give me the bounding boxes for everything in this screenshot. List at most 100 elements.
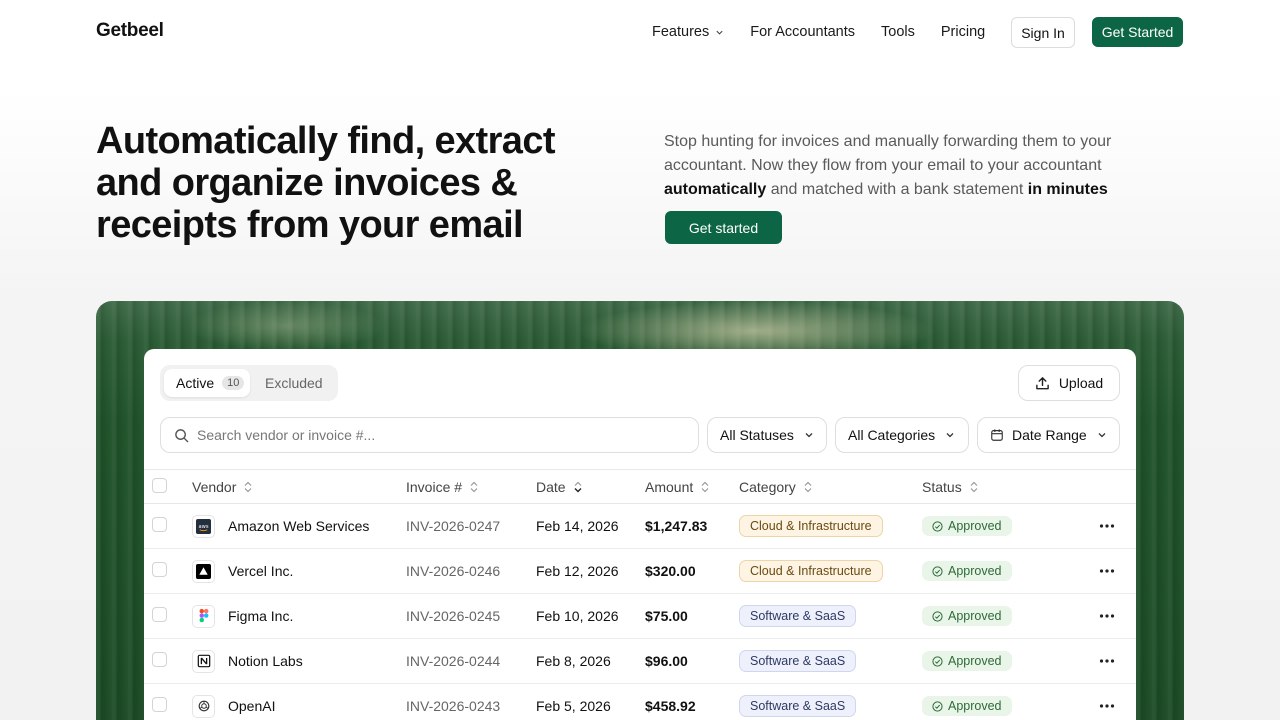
nav-link-tools[interactable]: Tools bbox=[881, 24, 915, 40]
upload-label: Upload bbox=[1058, 375, 1104, 391]
invoice-amount: $458.92 bbox=[645, 683, 739, 720]
check-circle-icon bbox=[932, 655, 943, 667]
status-label: Approved bbox=[948, 519, 1002, 533]
invoice-number: INV-2026-0245 bbox=[406, 593, 536, 639]
header-actions-cell bbox=[1078, 469, 1136, 504]
category-cell: Software & SaaS bbox=[739, 593, 922, 639]
column-header-invoice[interactable]: Invoice # bbox=[406, 469, 536, 504]
category-filter[interactable]: All Categories bbox=[835, 417, 969, 453]
vendor-cell: Figma Inc. bbox=[192, 593, 406, 639]
column-header-vendor[interactable]: Vendor bbox=[192, 469, 406, 504]
row-checkbox[interactable] bbox=[152, 517, 167, 532]
select-all-checkbox[interactable] bbox=[152, 477, 167, 493]
column-header-category[interactable]: Category bbox=[739, 469, 922, 504]
column-label: Status bbox=[922, 478, 962, 495]
status-filter[interactable]: All Statuses bbox=[707, 417, 827, 453]
nav-link-features[interactable]: Features bbox=[652, 24, 724, 40]
table-row[interactable]: Figma Inc. INV-2026-0245 Feb 10, 2026 $7… bbox=[144, 593, 1136, 639]
invoice-amount: $1,247.83 bbox=[645, 503, 739, 549]
category-badge: Cloud & Infrastructure bbox=[739, 515, 883, 537]
nav-link-label: Tools bbox=[881, 24, 915, 40]
row-checkbox[interactable] bbox=[152, 562, 167, 577]
upload-button[interactable]: Upload bbox=[1018, 365, 1120, 401]
row-checkbox[interactable] bbox=[152, 652, 167, 667]
tab-excluded[interactable]: Excluded bbox=[265, 375, 323, 391]
notion-icon bbox=[192, 649, 215, 673]
category-filter-label: All Categories bbox=[848, 427, 936, 443]
column-header-date[interactable]: Date bbox=[536, 469, 645, 504]
status-cell: Approved bbox=[922, 548, 1078, 594]
nav-links: Features For Accountants Tools Pricing bbox=[652, 24, 1011, 40]
table-row[interactable]: Notion Labs INV-2026-0244 Feb 8, 2026 $9… bbox=[144, 638, 1136, 684]
row-checkbox[interactable] bbox=[152, 697, 167, 712]
sign-in-button[interactable]: Sign In bbox=[1011, 17, 1075, 48]
invoice-date: Feb 14, 2026 bbox=[536, 503, 645, 549]
hero-get-started-button[interactable]: Get started bbox=[665, 211, 782, 244]
vendor-cell: OpenAI bbox=[192, 683, 406, 720]
get-started-nav-button[interactable]: Get Started bbox=[1092, 17, 1183, 47]
search-input[interactable] bbox=[197, 427, 677, 443]
tab-active[interactable]: Active 10 bbox=[164, 369, 250, 397]
column-label: Vendor bbox=[192, 478, 237, 495]
more-actions-button[interactable] bbox=[1078, 569, 1136, 573]
table-row[interactable]: OpenAI INV-2026-0243 Feb 5, 2026 $458.92… bbox=[144, 683, 1136, 720]
sort-icon bbox=[701, 481, 709, 492]
chevron-down-icon bbox=[946, 433, 954, 438]
check-circle-icon bbox=[932, 610, 943, 622]
more-actions-button[interactable] bbox=[1078, 704, 1136, 708]
column-label: Date bbox=[536, 478, 566, 495]
table-header-row: Vendor Invoice # Date Amount Category St… bbox=[144, 469, 1136, 504]
nav-link-label: Pricing bbox=[940, 24, 986, 40]
invoice-amount: $96.00 bbox=[645, 638, 739, 684]
nav-link-label: Features bbox=[652, 24, 710, 40]
chevron-down-icon bbox=[716, 30, 723, 35]
vendor-cell: Vercel Inc. bbox=[192, 548, 406, 594]
more-actions-button[interactable] bbox=[1078, 614, 1136, 618]
hero-title: Automatically find, extract and organize… bbox=[96, 120, 556, 246]
calendar-icon bbox=[991, 429, 1003, 441]
more-actions-button[interactable] bbox=[1078, 524, 1136, 528]
invoice-number: INV-2026-0244 bbox=[406, 638, 536, 684]
row-checkbox[interactable] bbox=[152, 607, 167, 622]
upload-icon bbox=[1035, 376, 1049, 389]
date-range-label: Date Range bbox=[1012, 427, 1087, 443]
column-header-status[interactable]: Status bbox=[922, 469, 1078, 504]
check-circle-icon bbox=[932, 700, 943, 712]
vendor-name: OpenAI bbox=[228, 698, 276, 714]
status-filter-label: All Statuses bbox=[720, 427, 794, 443]
column-label: Amount bbox=[645, 478, 694, 495]
check-circle-icon bbox=[932, 565, 943, 577]
status-badge: Approved bbox=[922, 696, 1012, 716]
status-badge: Approved bbox=[922, 651, 1012, 671]
vendor-name: Figma Inc. bbox=[228, 608, 294, 624]
actions-cell bbox=[1078, 593, 1136, 639]
date-range-filter[interactable]: Date Range bbox=[977, 417, 1120, 453]
invoice-date: Feb 10, 2026 bbox=[536, 593, 645, 639]
table-row[interactable]: aws Amazon Web Services INV-2026-0247 Fe… bbox=[144, 503, 1136, 549]
search-icon bbox=[175, 428, 189, 442]
sort-icon bbox=[470, 481, 478, 492]
nav-link-pricing[interactable]: Pricing bbox=[941, 24, 985, 40]
nav-link-label: For Accountants bbox=[750, 24, 856, 40]
category-cell: Software & SaaS bbox=[739, 683, 922, 720]
figma-icon bbox=[192, 604, 215, 628]
table-row[interactable]: Vercel Inc. INV-2026-0246 Feb 12, 2026 $… bbox=[144, 548, 1136, 594]
status-label: Approved bbox=[948, 699, 1002, 713]
nav-link-accountants[interactable]: For Accountants bbox=[750, 24, 855, 40]
background-blur bbox=[186, 301, 386, 351]
actions-cell bbox=[1078, 683, 1136, 720]
vercel-icon bbox=[192, 559, 215, 583]
vendor-name: Amazon Web Services bbox=[228, 518, 370, 534]
column-header-amount[interactable]: Amount bbox=[645, 469, 739, 504]
status-badge: Approved bbox=[922, 516, 1012, 536]
row-checkbox-cell bbox=[144, 548, 192, 594]
ellipsis-icon bbox=[1099, 524, 1115, 528]
status-cell: Approved bbox=[922, 638, 1078, 684]
logo[interactable]: Getbeel bbox=[96, 20, 164, 42]
openai-icon bbox=[192, 694, 215, 718]
tab-switcher: Active 10 Excluded bbox=[160, 365, 338, 401]
more-actions-button[interactable] bbox=[1078, 659, 1136, 663]
invoice-amount: $75.00 bbox=[645, 593, 739, 639]
ellipsis-icon bbox=[1099, 614, 1115, 618]
invoice-amount: $320.00 bbox=[645, 548, 739, 594]
